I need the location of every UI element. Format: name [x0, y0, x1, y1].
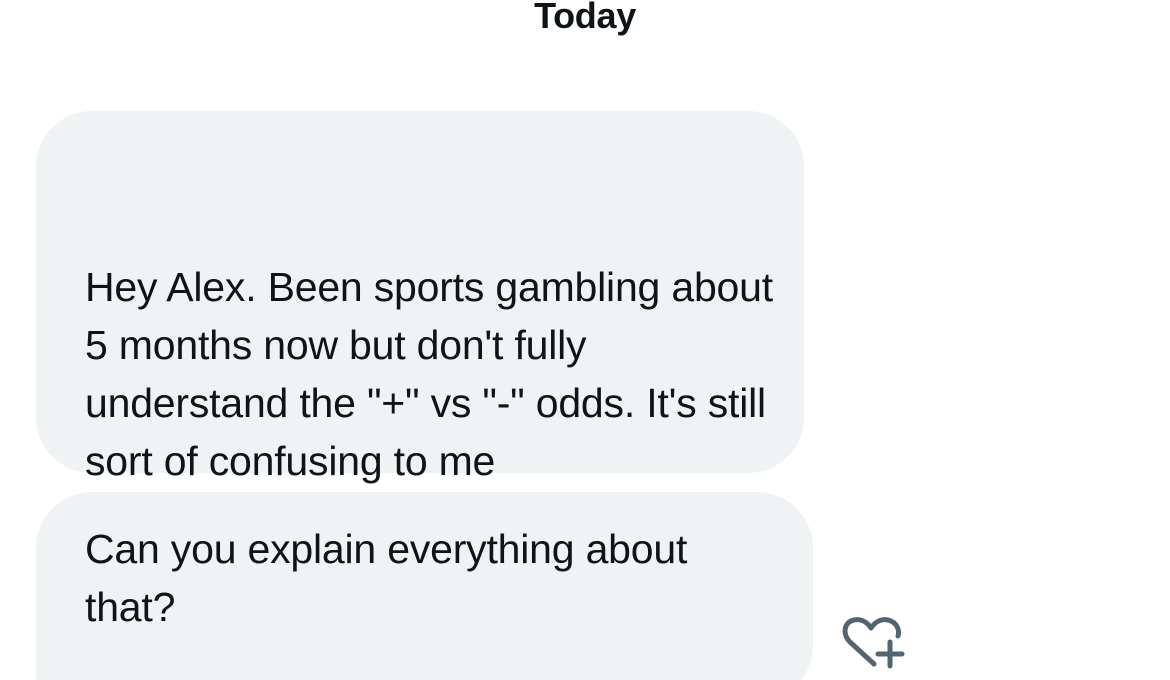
message-bubble[interactable]: Can you explain everything about that?	[36, 492, 813, 680]
heart-plus-icon	[838, 614, 908, 674]
message-text: Can you explain everything about that?	[85, 526, 688, 630]
date-separator: Today	[534, 0, 636, 36]
message-bubble[interactable]: Hey Alex. Been sports gambling about 5 m…	[36, 111, 804, 484]
dm-conversation: Today Hey Alex. Been sports gambling abo…	[0, 0, 1170, 680]
add-reaction-button[interactable]	[838, 614, 908, 674]
message-text: Hey Alex. Been sports gambling about 5 m…	[85, 264, 773, 484]
